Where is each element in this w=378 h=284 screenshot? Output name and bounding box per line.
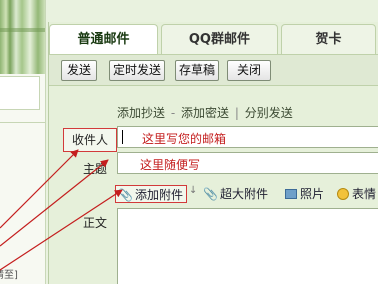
left-panel-bottom-text: 请至] bbox=[0, 270, 18, 281]
recipient-field[interactable]: 这里写您的邮箱 bbox=[117, 126, 378, 148]
emoji-icon bbox=[337, 188, 349, 200]
add-attachment-label: 添加附件 bbox=[134, 188, 183, 202]
tab-greeting-card[interactable]: 贺卡 bbox=[280, 24, 376, 54]
photo-icon bbox=[285, 189, 297, 199]
emoji-button[interactable]: 表情 bbox=[337, 185, 376, 203]
subject-annotation: 这里随便写 bbox=[140, 158, 201, 172]
left-panel: 请至] bbox=[0, 0, 46, 284]
recipient-options: 添加抄送 - 添加密送 | 分别发送 bbox=[117, 104, 293, 121]
attachment-toolbar: 📎 添加附件 ↓ 📎 超大附件 照片 表情 bbox=[115, 182, 378, 206]
save-draft-button[interactable]: 存草稿 bbox=[175, 60, 219, 81]
timed-send-button[interactable]: 定时发送 bbox=[109, 60, 165, 81]
add-bcc-link[interactable]: 添加密送 bbox=[181, 106, 229, 120]
recipient-label: 收件人 bbox=[63, 128, 117, 152]
photo-button[interactable]: 照片 bbox=[285, 185, 324, 203]
paperclip-icon: 📎 bbox=[118, 188, 133, 202]
recipient-annotation: 这里写您的邮箱 bbox=[142, 132, 227, 146]
separate-send-link[interactable]: 分别发送 bbox=[245, 106, 293, 120]
separator: | bbox=[234, 106, 239, 120]
left-panel-divider bbox=[0, 122, 45, 123]
subject-label: 主题 bbox=[82, 162, 107, 176]
close-button[interactable]: 关闭 bbox=[227, 60, 271, 81]
bamboo-decoration bbox=[0, 0, 45, 74]
subject-field[interactable]: 这里随便写 bbox=[117, 152, 378, 174]
left-panel-box bbox=[0, 76, 40, 110]
compose-toolbar: 发送 定时发送 存草稿 关闭 bbox=[49, 54, 378, 86]
large-attachment-label: 超大附件 bbox=[219, 187, 268, 201]
photo-label: 照片 bbox=[300, 187, 325, 201]
emoji-label: 表情 bbox=[352, 187, 377, 201]
large-paperclip-icon: 📎 bbox=[203, 187, 218, 201]
add-cc-link[interactable]: 添加抄送 bbox=[117, 106, 165, 120]
send-button[interactable]: 发送 bbox=[61, 60, 97, 81]
compose-tabs: 普通邮件 QQ群邮件 贺卡 bbox=[49, 24, 378, 54]
compose-area: 普通邮件 QQ群邮件 贺卡 发送 定时发送 存草稿 关闭 添加抄送 - 添加密送… bbox=[48, 22, 378, 284]
tab-normal-mail[interactable]: 普通邮件 bbox=[49, 24, 158, 54]
separator: - bbox=[170, 106, 176, 120]
text-caret bbox=[122, 130, 123, 144]
large-attachment-button[interactable]: 📎 超大附件 bbox=[203, 185, 268, 203]
body-editor[interactable] bbox=[117, 208, 378, 284]
tab-qq-group-mail[interactable]: QQ群邮件 bbox=[160, 24, 278, 54]
add-attachment-button[interactable]: 📎 添加附件 bbox=[115, 185, 187, 203]
attachment-dropdown-arrow[interactable]: ↓ bbox=[189, 185, 197, 196]
body-label: 正文 bbox=[82, 216, 107, 230]
